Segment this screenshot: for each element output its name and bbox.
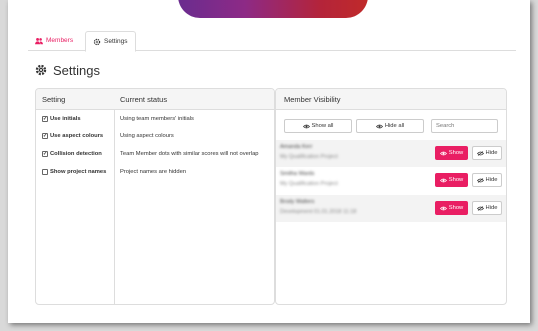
tab-settings[interactable]: Settings <box>85 31 136 52</box>
setting-collision-detection[interactable]: ✓ Collision detection <box>42 147 102 161</box>
column-header-setting: Setting <box>42 95 66 104</box>
member-row: Brody Walters Development 01.01.2018 11:… <box>276 195 506 222</box>
hide-label: Hide <box>485 205 498 211</box>
setting-label: Collision detection <box>50 151 102 157</box>
header-graphic <box>178 0 368 18</box>
member-project: Development 01.01.2018 11:18 <box>280 209 357 215</box>
tab-settings-label: Settings <box>104 37 128 45</box>
member-show-button[interactable]: Show <box>435 201 468 215</box>
tab-members[interactable]: Members <box>28 31 80 51</box>
member-name: Smitha Wards <box>280 171 315 177</box>
visibility-toolbar: Show all Hide all <box>276 119 506 133</box>
setting-label: Use initials <box>50 116 81 122</box>
setting-use-initials[interactable]: ✓ Use initials <box>42 112 81 126</box>
eye-icon <box>439 178 447 182</box>
setting-status: Using aspect colours <box>120 133 174 139</box>
users-icon <box>35 37 43 45</box>
setting-status: Project names are hidden <box>120 169 187 175</box>
hide-all-button[interactable]: Hide all <box>356 119 424 133</box>
eye-slash-icon <box>476 205 484 211</box>
show-label: Show <box>448 177 464 183</box>
member-name: Amanda Kerr <box>280 144 313 150</box>
checkbox-use-aspect-colours[interactable]: ✓ <box>42 133 48 139</box>
member-visibility-panel: Member Visibility Show all Hide all Aman… <box>275 88 507 305</box>
setting-show-project-names[interactable]: Show project names <box>42 165 106 179</box>
gear-icon <box>35 64 47 76</box>
settings-row: ✓ Collision detection Team Member dots w… <box>36 147 274 161</box>
tab-members-label: Members <box>46 37 74 44</box>
show-all-label: Show all <box>311 123 334 129</box>
eye-slash-icon <box>476 177 484 183</box>
member-hide-button[interactable]: Hide <box>472 146 502 160</box>
settings-row: ✓ Use aspect colours Using aspect colour… <box>36 129 274 143</box>
column-header-status: Current status <box>120 95 168 104</box>
eye-slash-icon <box>476 150 484 156</box>
app-window: Members Settings Settings Setting Curren… <box>8 0 530 323</box>
member-row: Amanda Kerr My Qualification Project Sho… <box>276 140 506 167</box>
settings-row: Show project names Project names are hid… <box>36 165 274 179</box>
setting-label: Use aspect colours <box>50 133 104 139</box>
member-show-button[interactable]: Show <box>435 173 468 187</box>
show-all-button[interactable]: Show all <box>284 119 352 133</box>
page-title-text: Settings <box>53 62 100 78</box>
settings-panel: Setting Current status ✓ Use initials Us… <box>35 88 275 305</box>
member-hide-button[interactable]: Hide <box>472 173 502 187</box>
eye-icon <box>439 151 447 155</box>
hide-label: Hide <box>485 150 498 156</box>
member-hide-button[interactable]: Hide <box>472 201 502 215</box>
member-row: Smitha Wards My Qualification Project Sh… <box>276 167 506 194</box>
show-label: Show <box>448 150 464 156</box>
setting-status: Team Member dots with similar scores wil… <box>120 151 259 157</box>
hide-all-label: Hide all <box>384 123 405 129</box>
show-label: Show <box>448 205 464 211</box>
member-project: My Qualification Project <box>280 181 338 187</box>
hide-label: Hide <box>485 177 498 183</box>
setting-use-aspect-colours[interactable]: ✓ Use aspect colours <box>42 129 103 143</box>
member-show-button[interactable]: Show <box>435 146 468 160</box>
settings-row: ✓ Use initials Using team members' initi… <box>36 112 274 126</box>
eye-icon <box>439 206 447 210</box>
settings-table-header: Setting Current status <box>36 89 274 110</box>
eye-icon <box>302 124 310 128</box>
page-title: Settings <box>35 62 100 78</box>
gear-icon <box>93 38 101 45</box>
checkbox-use-initials[interactable]: ✓ <box>42 116 48 122</box>
tab-bar: Members Settings <box>28 31 516 52</box>
checkbox-collision-detection[interactable]: ✓ <box>42 151 48 157</box>
member-visibility-title: Member Visibility <box>276 89 506 110</box>
eye-icon <box>375 124 383 128</box>
search-input[interactable] <box>431 119 498 133</box>
member-project: My Qualification Project <box>280 154 338 160</box>
setting-status: Using team members' initials <box>120 116 194 122</box>
member-name: Brody Walters <box>280 199 315 205</box>
setting-label: Show project names <box>50 169 107 175</box>
checkbox-show-project-names[interactable] <box>42 169 48 175</box>
